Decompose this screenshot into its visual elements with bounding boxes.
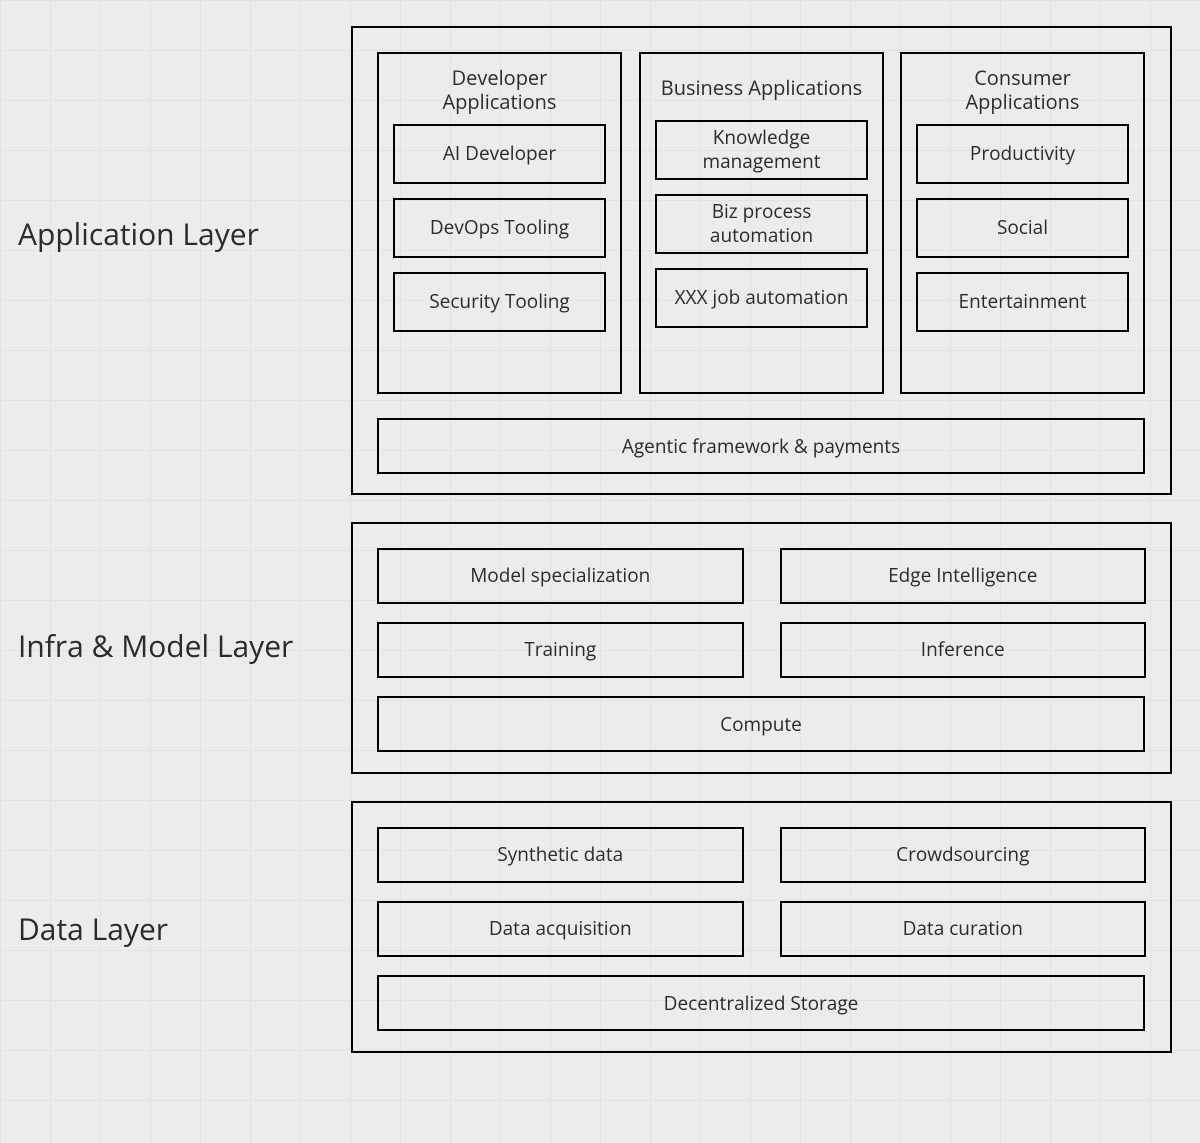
data-layer-box: Synthetic data Crowdsourcing Data acquis… — [351, 801, 1172, 1053]
infra-row-2: Training Inference — [377, 622, 1146, 678]
developer-applications-title: Developer Applications — [393, 62, 606, 124]
data-acquisition-box: Data acquisition — [377, 901, 744, 957]
ai-developer-box: AI Developer — [393, 124, 606, 184]
data-row-2: Data acquisition Data curation — [377, 901, 1146, 957]
consumer-applications-group: Consumer Applications Productivity Socia… — [900, 52, 1145, 394]
synthetic-data-box: Synthetic data — [377, 827, 744, 883]
crowdsourcing-box: Crowdsourcing — [780, 827, 1147, 883]
data-row-1: Synthetic data Crowdsourcing — [377, 827, 1146, 883]
training-box: Training — [377, 622, 744, 678]
business-applications-title: Business Applications — [655, 62, 868, 120]
compute-box: Compute — [377, 696, 1145, 752]
data-layer-label: Data Layer — [18, 908, 168, 949]
application-layer-label: Application Layer — [18, 213, 259, 254]
model-specialization-box: Model specialization — [377, 548, 744, 604]
social-box: Social — [916, 198, 1129, 258]
inference-box: Inference — [780, 622, 1147, 678]
decentralized-storage-box: Decentralized Storage — [377, 975, 1145, 1031]
security-tooling-box: Security Tooling — [393, 272, 606, 332]
business-applications-group: Business Applications Knowledge manageme… — [639, 52, 884, 394]
infra-layer-label: Infra & Model Layer — [18, 625, 293, 666]
edge-intelligence-box: Edge Intelligence — [780, 548, 1147, 604]
agentic-framework-box: Agentic framework & payments — [377, 418, 1145, 474]
data-curation-box: Data curation — [780, 901, 1147, 957]
entertainment-box: Entertainment — [916, 272, 1129, 332]
application-layer-box: Developer Applications AI Developer DevO… — [351, 26, 1172, 495]
consumer-applications-title: Consumer Applications — [916, 62, 1129, 124]
devops-tooling-box: DevOps Tooling — [393, 198, 606, 258]
productivity-box: Productivity — [916, 124, 1129, 184]
infra-row-1: Model specialization Edge Intelligence — [377, 548, 1146, 604]
biz-process-automation-box: Biz process automation — [655, 194, 868, 254]
job-automation-box: XXX job automation — [655, 268, 868, 328]
developer-applications-group: Developer Applications AI Developer DevO… — [377, 52, 622, 394]
infra-layer-box: Model specialization Edge Intelligence T… — [351, 522, 1172, 774]
knowledge-management-box: Knowledge management — [655, 120, 868, 180]
